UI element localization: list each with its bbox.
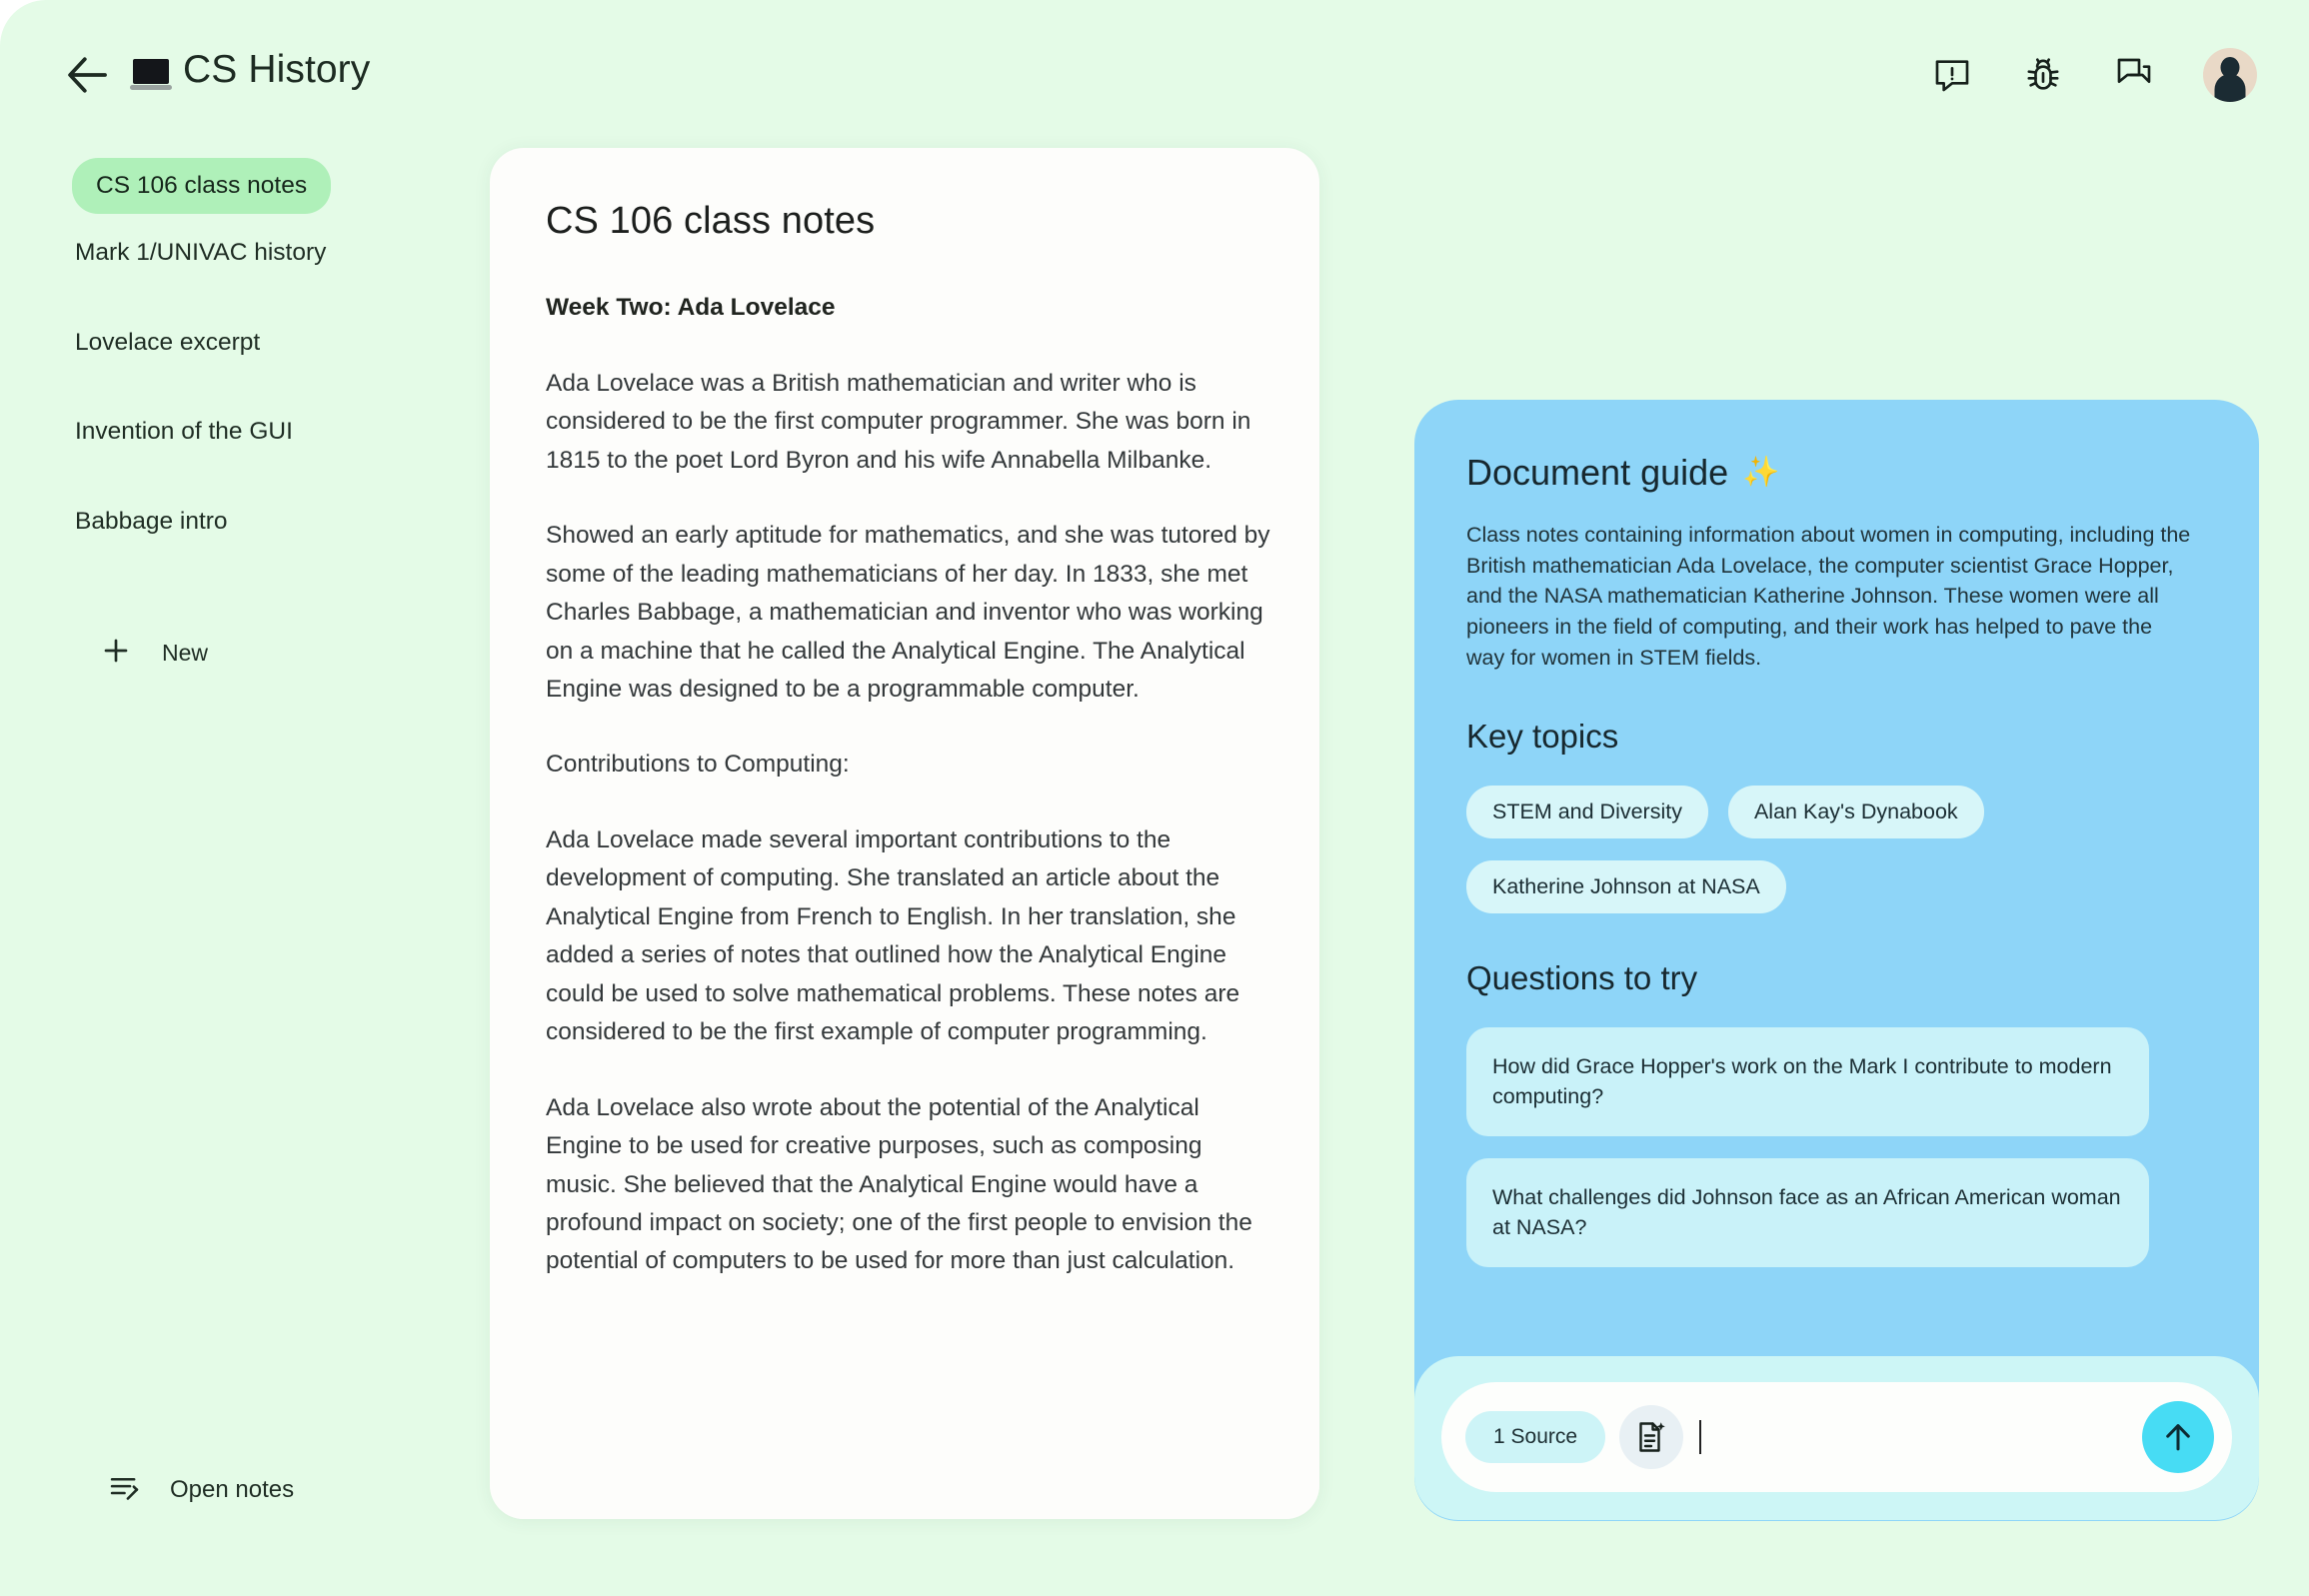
question-card[interactable]: What challenges did Johnson face as an A…	[1466, 1157, 2149, 1267]
sidebar-item-cs-106-class-notes[interactable]: CS 106 class notes	[72, 158, 332, 214]
plus-icon	[100, 635, 132, 672]
document-paragraph: Contributions to Computing:	[546, 751, 850, 779]
sidebar-item-label: CS 106 class notes	[96, 172, 308, 199]
feedback-icon[interactable]	[1930, 53, 1974, 97]
sidebar-item-babbage-intro[interactable]: Babbage intro	[75, 508, 228, 536]
document-guide-summary: Class notes containing information about…	[1466, 523, 2191, 670]
new-note-button[interactable]: New	[100, 635, 208, 672]
document-paragraph: Showed an early aptitude for mathematics…	[546, 522, 1270, 703]
header-actions	[1930, 48, 2257, 102]
document-paragraph: Ada Lovelace also wrote about the potent…	[546, 1093, 1252, 1275]
document-guide-title: Document guide ✨	[1466, 452, 2206, 494]
document-paragraph: Ada Lovelace made several important cont…	[546, 825, 1240, 1046]
new-note-label: New	[162, 640, 209, 666]
document-title: CS 106 class notes	[546, 200, 876, 242]
questions-list: How did Grace Hopper's work on the Mark …	[1466, 1026, 2149, 1267]
key-topics-list: STEM and Diversity Alan Kay's Dynabook K…	[1466, 785, 2206, 913]
app-window: CS History CS 106 class notes Mark 1/UNI…	[0, 0, 2309, 1596]
sidebar-item-label: Babbage intro	[75, 508, 228, 535]
document-paragraph: Ada Lovelace was a British mathematician…	[546, 369, 1251, 474]
document-fade-overlay	[490, 1369, 1319, 1519]
composer: 1 Source	[1414, 1356, 2259, 1520]
edit-note-icon	[108, 1471, 141, 1509]
page-title: CS History	[183, 48, 371, 91]
sparkle-icon: ✨	[1742, 456, 1780, 489]
sidebar-item-label: Mark 1/UNIVAC history	[75, 239, 327, 266]
back-button[interactable]	[60, 48, 114, 102]
document-sparkle-icon[interactable]	[1619, 1405, 1684, 1469]
chat-icon[interactable]	[2112, 53, 2156, 97]
avatar[interactable]	[2203, 48, 2257, 102]
key-topics-title: Key topics	[1466, 717, 1619, 755]
sidebar-item-label: Lovelace excerpt	[75, 329, 261, 356]
sidebar: CS 106 class notes Mark 1/UNIVAC history…	[0, 140, 470, 1596]
source-count-chip[interactable]: 1 Source	[1465, 1411, 1606, 1463]
document-card: CS 106 class notes Week Two: Ada Lovelac…	[490, 148, 1319, 1519]
questions-to-try-title: Questions to try	[1466, 958, 1698, 996]
document-guide-body: Document guide ✨ Class notes containing …	[1466, 452, 2206, 1267]
text-caret	[1699, 1420, 1702, 1454]
laptop-icon	[130, 56, 172, 94]
sidebar-item-mark-1-univac-history[interactable]: Mark 1/UNIVAC history	[75, 239, 326, 267]
sidebar-item-label: Invention of the GUI	[75, 418, 293, 445]
sidebar-item-invention-of-the-gui[interactable]: Invention of the GUI	[75, 418, 293, 446]
composer-bar: 1 Source	[1441, 1382, 2232, 1492]
key-topic-chip[interactable]: STEM and Diversity	[1466, 785, 1708, 838]
avatar-body	[2214, 74, 2246, 102]
document-content: CS 106 class notes Week Two: Ada Lovelac…	[546, 200, 1280, 1281]
key-topic-chip[interactable]: Katherine Johnson at NASA	[1466, 859, 1786, 913]
prompt-input[interactable]	[1683, 1407, 2132, 1467]
document-guide-title-text: Document guide	[1466, 452, 1729, 493]
bug-report-icon[interactable]	[2021, 53, 2065, 97]
document-guide-panel: Document guide ✨ Class notes containing …	[1414, 400, 2259, 1521]
open-notes-label: Open notes	[170, 1476, 295, 1503]
open-notes-button[interactable]: Open notes	[108, 1471, 294, 1509]
key-topic-chip[interactable]: Alan Kay's Dynabook	[1727, 785, 1984, 838]
document-heading: Week Two: Ada Lovelace	[546, 294, 836, 321]
top-bar: CS History	[0, 0, 2309, 138]
question-card[interactable]: How did Grace Hopper's work on the Mark …	[1466, 1026, 2149, 1136]
sidebar-item-lovelace-excerpt[interactable]: Lovelace excerpt	[75, 329, 260, 357]
send-button[interactable]	[2142, 1401, 2214, 1473]
